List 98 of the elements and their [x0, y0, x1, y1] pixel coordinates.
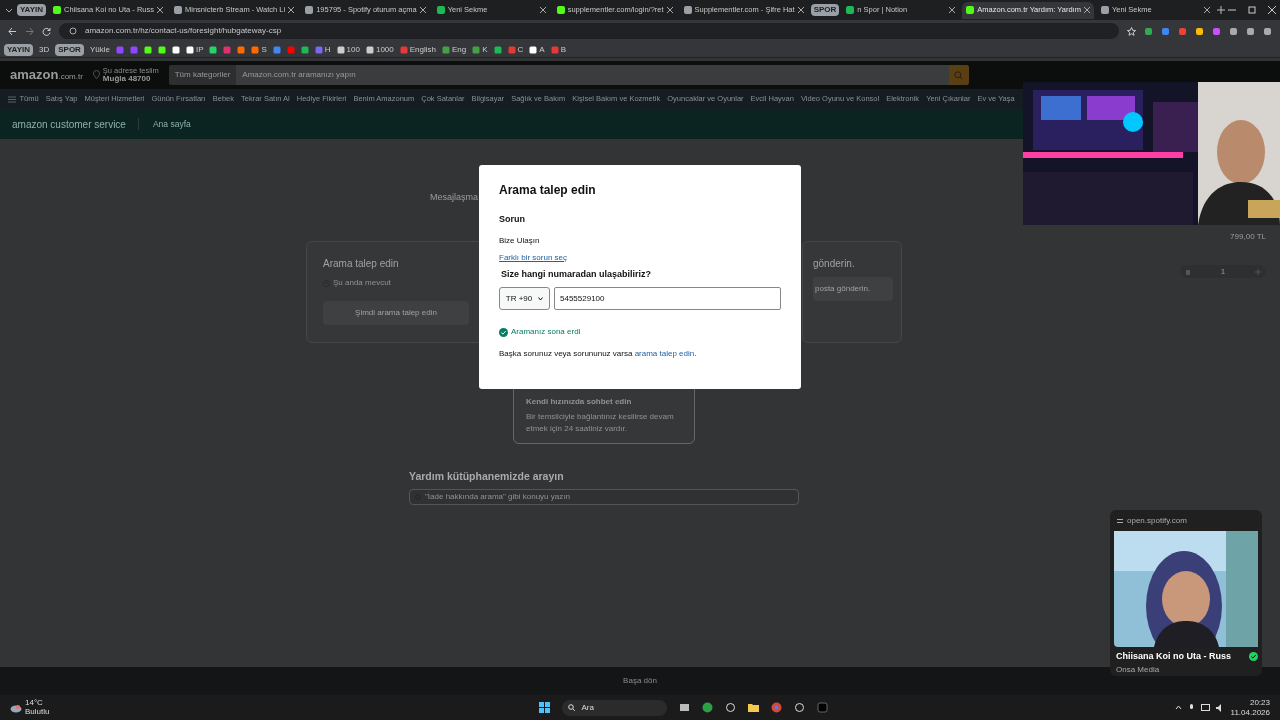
clock[interactable]: 20:23 11.04.2026 — [1230, 697, 1270, 718]
minimize-icon[interactable] — [1228, 6, 1236, 14]
xbox-icon[interactable] — [702, 702, 714, 713]
microphone-icon[interactable] — [1187, 703, 1195, 712]
bookmark-link[interactable]: 1000 — [365, 43, 394, 56]
site-info-icon — [69, 27, 77, 35]
menu-icon[interactable] — [8, 95, 16, 103]
bookmark-icon[interactable] — [209, 45, 218, 54]
help-text: Başka sorunuz veya sorununuz varsa arama talep edin. — [499, 348, 698, 360]
bookmark-link[interactable]: IP — [185, 43, 204, 56]
close-icon[interactable] — [1083, 7, 1090, 13]
search-field[interactable]: Tüm kategoriler Amazon.com.tr aramanızı yapın — [168, 65, 969, 85]
favicon-icon — [174, 6, 183, 14]
close-icon[interactable] — [288, 7, 295, 13]
section-heading: Mesajlaşma — [430, 191, 478, 204]
home-link[interactable]: Ana sayfa — [137, 117, 191, 131]
bookmark-icon[interactable] — [157, 45, 166, 54]
controls-icon[interactable] — [1117, 518, 1123, 524]
tab-group-chip[interactable]: YAYIN — [17, 4, 46, 16]
task-view-icon[interactable] — [679, 702, 691, 713]
favicon-icon — [305, 6, 314, 14]
bookmark-link[interactable]: H — [314, 43, 331, 56]
folder-icon[interactable] — [748, 702, 760, 713]
check-circle-icon — [499, 327, 508, 337]
plus-icon — [1255, 268, 1261, 275]
search-icon — [954, 70, 964, 80]
bookmark-link[interactable]: B — [550, 43, 567, 56]
change-issue-link[interactable]: Farklı bir sorun seç — [499, 251, 568, 264]
windows-start-icon[interactable] — [539, 702, 551, 713]
phone-input[interactable]: 5455529100 — [554, 287, 781, 310]
bookmark-link[interactable]: A — [529, 43, 545, 56]
tab-group-chip[interactable]: SPOR — [810, 4, 840, 16]
star-icon[interactable] — [1127, 26, 1136, 36]
favicon-icon — [966, 6, 975, 14]
close-icon[interactable] — [1268, 6, 1276, 14]
quantity-stepper[interactable]: 1 — [1180, 265, 1266, 278]
maximize-icon[interactable] — [1248, 6, 1256, 14]
favicon-icon — [1100, 6, 1109, 14]
chevron-up-icon[interactable] — [1174, 704, 1182, 711]
price-text: 799,00 TL — [1229, 231, 1266, 243]
card-title: Arama talep edin — [323, 257, 400, 271]
reload-icon[interactable] — [42, 26, 51, 36]
close-icon[interactable] — [666, 7, 673, 13]
network-icon[interactable] — [1200, 703, 1210, 712]
favicon-icon — [53, 6, 61, 14]
weather-cloud-icon[interactable] — [10, 702, 22, 713]
close-icon[interactable] — [1203, 7, 1210, 13]
taskbar-search-field[interactable]: Ara — [562, 699, 668, 716]
dialog-title: Arama talep edin — [499, 182, 597, 199]
help-search-field[interactable]: "İade hakkında arama" gibi konuyu yazın — [409, 489, 799, 505]
bookmark-link[interactable]: S — [251, 43, 267, 56]
search-icon — [568, 704, 576, 711]
customer-service-logo[interactable]: amazon customer service — [12, 116, 126, 132]
availability-text: Şu anda mevcut — [333, 277, 391, 289]
chrome-icon[interactable] — [771, 702, 783, 713]
back-icon[interactable] — [8, 26, 17, 36]
status-text: Aramanız sona erdi — [511, 326, 581, 338]
close-icon[interactable] — [797, 7, 804, 13]
bookmark-icon[interactable] — [143, 45, 152, 54]
bookmark-group-chip[interactable]: SPOR — [55, 43, 84, 56]
question-text: Size hangi numaradan ulaşabiliriz? — [500, 267, 653, 281]
saved-check-icon[interactable] — [1249, 652, 1258, 662]
section-heading: Yardım kütüphanemizde arayın — [409, 469, 564, 484]
country-code-select[interactable]: TR +90 — [499, 287, 550, 310]
amazon-logo[interactable]: amazon.com.tr — [10, 65, 83, 85]
bookmark-link[interactable]: Eng — [442, 43, 467, 56]
delete-icon — [1185, 268, 1191, 275]
bookmark-link[interactable]: English — [399, 43, 436, 56]
bookmark-group-chip[interactable]: YAYIN — [4, 43, 33, 56]
weather-widget[interactable]: 14°C Bulutlu — [25, 698, 50, 717]
new-tab-icon[interactable] — [1216, 6, 1225, 14]
favicon-icon — [556, 6, 565, 14]
close-icon[interactable] — [539, 7, 546, 13]
favicon-icon — [846, 6, 855, 14]
location-pin-icon — [92, 70, 100, 80]
bookmark-link[interactable]: K — [472, 43, 488, 56]
source-text: open.spotify.com — [1127, 515, 1187, 527]
card-title: gönderin. — [813, 257, 856, 271]
close-icon[interactable] — [419, 7, 426, 13]
forward-icon[interactable] — [25, 26, 34, 36]
bookmark-link[interactable]: C — [507, 43, 524, 56]
bookmark-link[interactable]: 100 — [336, 43, 360, 56]
favicon-icon — [683, 6, 692, 14]
address-field[interactable]: amazon.com.tr/hz/contact-us/foresight/hubgateway-csp — [59, 23, 1119, 39]
close-icon[interactable] — [157, 7, 164, 13]
bookmark-folder[interactable]: Yükle — [89, 43, 110, 56]
close-icon[interactable] — [949, 7, 956, 13]
caret-icon — [538, 296, 544, 301]
field-label: Sorun — [499, 213, 526, 226]
issue-text: Bize Ulaşın — [499, 234, 541, 247]
bookmark-icon[interactable] — [171, 45, 180, 54]
request-call-button[interactable]: Şimdi arama talep edin — [323, 301, 469, 325]
send-email-button[interactable]: posta gönderin. — [813, 277, 893, 301]
card-title: Kendi hızınızda sohbet edin — [526, 396, 633, 408]
track-title: Chiisana Koi no Uta - Russ — [1115, 650, 1232, 663]
favicon-icon — [436, 6, 445, 14]
bookmark-folder[interactable]: 3D — [39, 43, 50, 56]
card-text: Bir temsilciyle bağlantınız kesilirse devam etmek için 24 saatiniz vardır. — [526, 411, 675, 435]
